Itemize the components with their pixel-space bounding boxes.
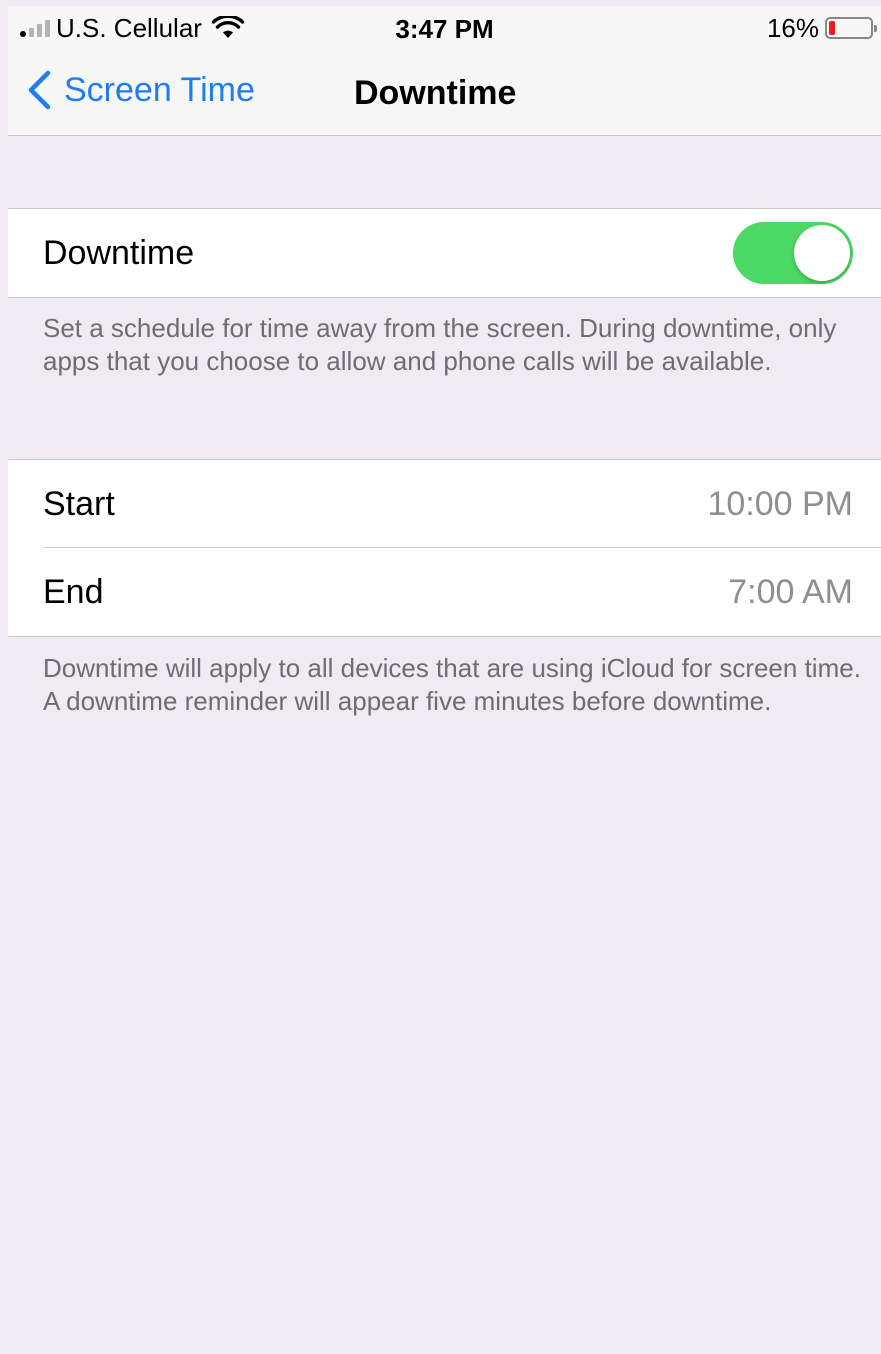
start-time-row[interactable]: Start 10:00 PM [8,460,881,548]
start-label: Start [43,484,115,523]
schedule-footer-text: Downtime will apply to all devices that … [43,653,861,716]
downtime-toggle-switch[interactable] [733,222,853,284]
schedule-group: Start 10:00 PM End 7:00 AM [8,459,881,637]
battery-icon [825,17,877,39]
end-label: End [43,572,104,611]
downtime-toggle-label: Downtime [43,233,195,272]
end-time-row[interactable]: End 7:00 AM [8,548,881,636]
toggle-knob [794,225,850,281]
downtime-toggle-group: Downtime [8,208,881,298]
page-title: Downtime [354,74,517,112]
battery-percent: 16% [766,12,819,43]
screen: U.S. Cellular 3:47 PM 16% Screen Time Do… [8,6,881,1348]
downtime-toggle-row: Downtime [8,209,881,297]
battery-level-fill [829,21,836,35]
status-time: 3:47 PM [395,14,494,44]
back-button-label: Screen Time [64,70,255,109]
end-time-value: 7:00 AM [728,572,853,611]
back-button[interactable]: Screen Time [26,70,255,110]
status-bar: U.S. Cellular 3:47 PM 16% [8,6,881,48]
status-right: 16% [766,12,877,43]
start-time-value: 10:00 PM [707,484,853,523]
navigation-bar: Screen Time Downtime [8,48,881,136]
downtime-description: Set a schedule for time away from the sc… [43,313,837,376]
chevron-left-icon [28,70,51,110]
